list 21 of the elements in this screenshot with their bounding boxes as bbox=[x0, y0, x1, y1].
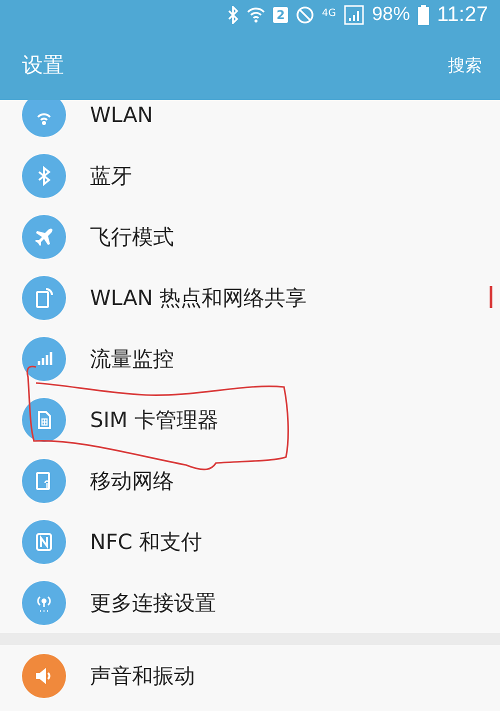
pen-stroke-mark bbox=[488, 284, 494, 310]
settings-item[interactable]: 移动网络 bbox=[0, 450, 500, 511]
clock: 11:27 bbox=[437, 3, 488, 27]
do-not-disturb-icon bbox=[296, 6, 314, 24]
settings-item[interactable]: 声音和振动 bbox=[0, 645, 500, 706]
settings-item[interactable]: WLAN 热点和网络共享 bbox=[0, 267, 500, 328]
settings-item[interactable]: WLAN bbox=[0, 100, 500, 145]
settings-item[interactable]: SIM 卡管理器 bbox=[0, 389, 500, 450]
bluetooth-icon bbox=[227, 6, 240, 24]
settings-item[interactable]: NFC 和支付 bbox=[0, 511, 500, 572]
settings-item[interactable]: 蓝牙 bbox=[0, 145, 500, 206]
settings-item[interactable]: 飞行模式 bbox=[0, 206, 500, 267]
battery-icon bbox=[418, 5, 429, 25]
screen-title: 设置 bbox=[22, 52, 64, 79]
wifi-icon bbox=[247, 6, 266, 24]
sim-slot-badge: 2 bbox=[273, 7, 288, 23]
network-type: 4G bbox=[322, 8, 336, 19]
settings-item[interactable]: 流量监控 bbox=[0, 328, 500, 389]
signal-icon bbox=[344, 5, 364, 25]
battery-percent: 98% bbox=[372, 4, 410, 26]
settings-item[interactable]: 更多连接设置 bbox=[0, 572, 500, 633]
